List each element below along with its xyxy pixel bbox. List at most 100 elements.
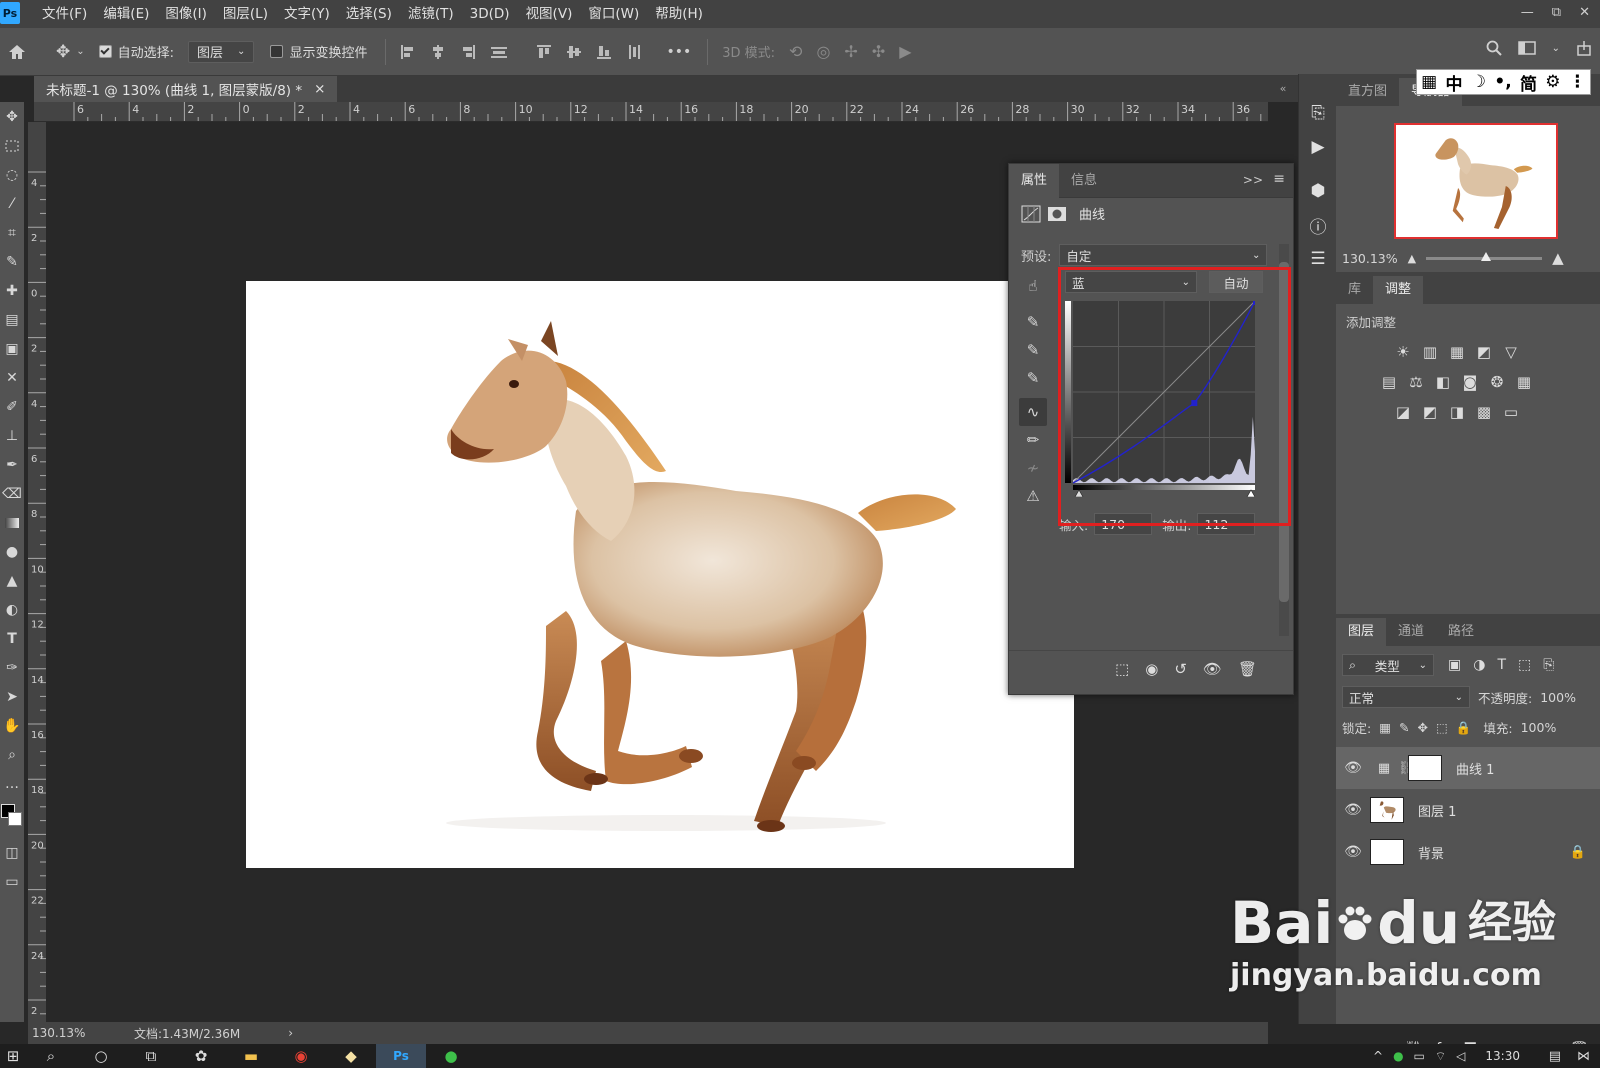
menu-help[interactable]: 帮助(H) [647, 0, 711, 28]
tray-battery-icon[interactable]: ▭ [1414, 1049, 1425, 1063]
app-icon[interactable]: ✿ [176, 1044, 226, 1068]
document-canvas[interactable] [246, 281, 1074, 868]
type-tool-icon[interactable]: T [0, 624, 24, 653]
path-selection-tool-icon[interactable]: ➤ [0, 682, 24, 711]
clipping-warning-icon[interactable]: ⚠ [1019, 482, 1047, 510]
status-menu-icon[interactable]: › [288, 1026, 293, 1040]
eyedropper-tool-icon[interactable]: ✎ [0, 247, 24, 276]
history-brush-tool-icon[interactable]: ✒ [0, 450, 24, 479]
blur-tool-icon[interactable]: ● [0, 537, 24, 566]
opacity-value[interactable]: 100% [1540, 690, 1576, 705]
ime-chinese-mode[interactable]: 中 [1446, 70, 1463, 95]
brush-tool-icon[interactable]: ✐ [0, 392, 24, 421]
toggle-visibility-icon[interactable]: 👁 [1203, 660, 1222, 678]
smooth-curve-icon[interactable]: ≁ [1019, 454, 1047, 482]
zoom-out-icon[interactable]: ▲ [1408, 252, 1416, 265]
magic-wand-tool-icon[interactable]: ⁄ [0, 189, 24, 218]
menu-3d[interactable]: 3D(D) [462, 0, 518, 28]
lock-transparent-icon[interactable]: ▦ [1379, 720, 1391, 735]
crop-tool-icon[interactable]: ⌗ [0, 218, 24, 247]
filter-type-icon[interactable]: T [1497, 657, 1506, 673]
eraser-tool-icon[interactable]: ⌫ [0, 479, 24, 508]
photoshop-taskbar-icon[interactable]: Ps [376, 1044, 426, 1068]
color-balance-icon[interactable]: ⚖ [1403, 369, 1429, 395]
panel-menu-icon[interactable]: ≡ [1273, 171, 1285, 187]
collapse-panels-icon[interactable]: « [1268, 76, 1298, 102]
history-panel-icon[interactable]: ⎘ [1299, 96, 1337, 130]
visibility-eye-icon[interactable]: 👁 [1336, 760, 1370, 776]
cortana-icon[interactable]: ○ [76, 1044, 126, 1068]
lock-paint-icon[interactable]: ✎ [1399, 720, 1409, 735]
zoom-slider[interactable] [1426, 251, 1543, 261]
slide-3d-icon[interactable]: ✣ [872, 42, 885, 61]
posterize-icon[interactable]: ◩ [1417, 399, 1443, 425]
edit-points-icon[interactable]: ∿ [1019, 398, 1047, 426]
preset-dropdown[interactable]: 自定 ⌄ [1059, 244, 1268, 266]
view-previous-icon[interactable]: ◉ [1145, 660, 1158, 678]
navigator-preview[interactable] [1394, 123, 1558, 239]
document-tab[interactable]: 未标题-1 @ 130% (曲线 1, 图层蒙版/8) * × [34, 76, 338, 102]
clip-to-layer-icon[interactable]: ⬚ [1115, 660, 1129, 678]
taskbar-clock[interactable]: 13:30 [1485, 1049, 1520, 1063]
visibility-eye-icon[interactable]: 👁 [1336, 802, 1370, 818]
healing-brush-tool-icon[interactable]: ✚ [0, 276, 24, 305]
curves-adjustment-icon[interactable] [1021, 205, 1041, 223]
color-swatches[interactable] [0, 798, 24, 838]
targeted-adjustment-icon[interactable]: ☝ [1019, 272, 1047, 300]
tab-properties[interactable]: 属性 [1009, 163, 1060, 198]
lock-icon[interactable]: 🔒 [1570, 845, 1586, 860]
selective-color-icon[interactable]: ▩ [1471, 399, 1497, 425]
chevron-down-icon[interactable]: ⌄ [1552, 43, 1560, 54]
reset-icon[interactable]: ↺ [1174, 660, 1187, 678]
zoom-in-icon[interactable]: ▲ [1552, 249, 1564, 267]
lock-all-icon[interactable]: 🔒 [1456, 720, 1472, 736]
close-window-button[interactable]: ✕ [1579, 5, 1590, 20]
close-tab-icon[interactable]: × [314, 81, 325, 97]
curves-icon[interactable]: ▦ [1444, 339, 1470, 365]
align-left-icon[interactable] [400, 44, 416, 60]
tray-app-icon[interactable]: ● [1393, 1049, 1403, 1063]
align-middle-icon[interactable] [566, 44, 582, 60]
menu-window[interactable]: 窗口(W) [580, 0, 647, 28]
frame-tool-icon[interactable]: ▣ [0, 334, 24, 363]
layer-mask-thumbnail[interactable] [1408, 755, 1442, 781]
filter-pixel-icon[interactable]: ▣ [1448, 657, 1461, 673]
navigator-zoom-value[interactable]: 130.13% [1342, 251, 1398, 266]
lock-position-icon[interactable]: ✥ [1418, 720, 1428, 735]
properties-panel-icon[interactable]: ☰ [1299, 242, 1337, 276]
move-tool-icon[interactable]: ✥ [0, 102, 24, 131]
menu-filter[interactable]: 滤镜(T) [400, 0, 462, 28]
blend-mode-dropdown[interactable]: 正常 ⌄ [1342, 686, 1470, 708]
layer-row-curves[interactable]: 👁 ▦ ⛓ 曲线 1 [1336, 747, 1600, 789]
clone-stamp-tool-icon[interactable]: ⊥ [0, 421, 24, 450]
ime-grid-icon[interactable]: ▦ [1421, 72, 1437, 92]
menu-file[interactable]: 文件(F) [34, 0, 95, 28]
background-color-swatch[interactable] [8, 812, 22, 826]
align-center-icon[interactable] [430, 44, 446, 60]
black-white-icon[interactable]: ◧ [1430, 369, 1456, 395]
channel-mixer-icon[interactable]: ❂ [1484, 369, 1510, 395]
gray-point-eyedropper-icon[interactable]: ✎ [1019, 336, 1047, 364]
tray-up-icon[interactable]: ^ [1373, 1049, 1383, 1063]
edit-toolbar-icon[interactable]: … [0, 769, 24, 798]
dodge-tool-icon[interactable]: ◐ [0, 595, 24, 624]
distribute-icon[interactable] [490, 44, 508, 60]
screen-mode-icon[interactable]: ▭ [0, 867, 24, 896]
notification-icon[interactable]: ▤ [1549, 1049, 1561, 1064]
gradient-tool-icon[interactable] [0, 508, 24, 537]
content-aware-move-icon[interactable]: ✕ [0, 363, 24, 392]
brightness-contrast-icon[interactable]: ☀ [1390, 339, 1416, 365]
search-icon[interactable]: ⌕ [26, 1044, 76, 1068]
color-lookup-icon[interactable]: ▦ [1511, 369, 1537, 395]
tab-layers[interactable]: 图层 [1336, 618, 1387, 646]
tab-paths[interactable]: 路径 [1436, 618, 1486, 646]
quick-mask-icon[interactable]: ◫ [0, 838, 24, 867]
delete-adjustment-icon[interactable]: 🗑 [1238, 660, 1257, 678]
levels-icon[interactable]: ▥ [1417, 339, 1443, 365]
marquee-tool-icon[interactable] [0, 131, 24, 160]
align-right-icon[interactable] [460, 44, 476, 60]
tab-histogram[interactable]: 直方图 [1336, 78, 1399, 106]
menu-view[interactable]: 视图(V) [518, 0, 581, 28]
white-point-eyedropper-icon[interactable]: ✎ [1019, 364, 1047, 392]
invert-icon[interactable]: ◪ [1390, 399, 1416, 425]
